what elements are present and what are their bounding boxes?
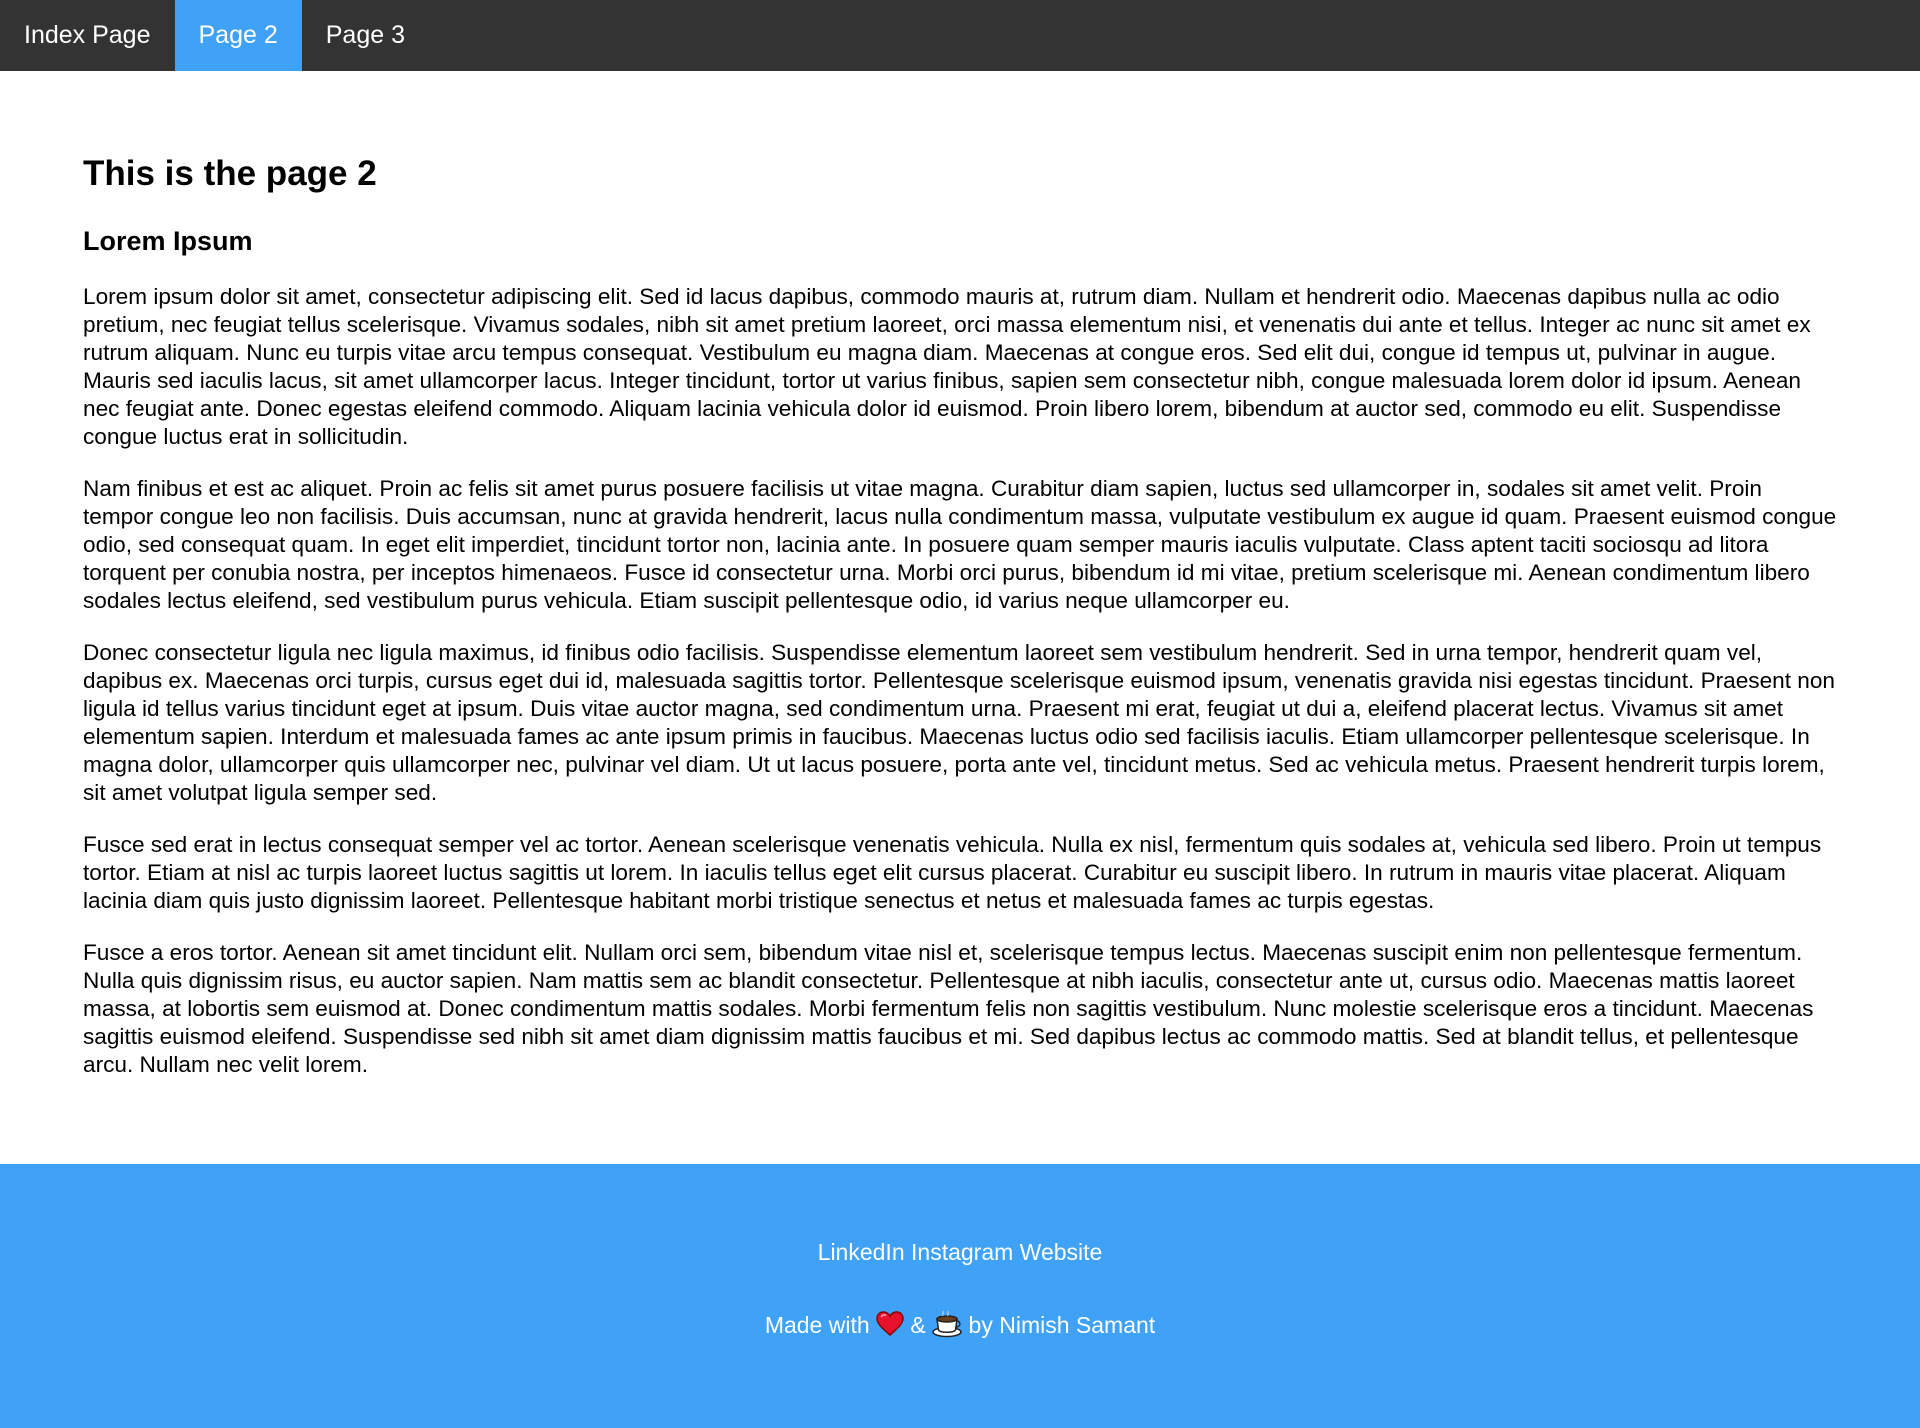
instagram-link[interactable]: Instagram xyxy=(911,1239,1013,1265)
page-title: This is the page 2 xyxy=(83,154,377,193)
top-navigation: Index Page Page 2 Page 3 xyxy=(0,0,1920,71)
coffee-icon xyxy=(932,1310,962,1338)
section-heading: Lorem Ipsum xyxy=(83,226,253,256)
website-link[interactable]: Website xyxy=(1020,1239,1103,1265)
linkedin-link[interactable]: LinkedIn xyxy=(818,1239,905,1265)
made-with-line: Made with & by Nimish Samant xyxy=(0,1310,1920,1339)
nav-item-index-page[interactable]: Index Page xyxy=(0,0,175,71)
paragraph-5: Fusce a eros tortor. Aenean sit amet tin… xyxy=(83,940,1814,1078)
heart-icon xyxy=(876,1311,904,1336)
made-with-text: Made with xyxy=(764,1312,870,1338)
footer-links: LinkedIn Instagram Website xyxy=(0,1238,1920,1266)
main-content: This is the page 2 Lorem Ipsum Lorem ips… xyxy=(0,71,1920,1164)
nav-item-page-3[interactable]: Page 3 xyxy=(302,0,429,71)
author-text: by Nimish Samant xyxy=(968,1312,1156,1338)
paragraph-4: Fusce sed erat in lectus consequat sempe… xyxy=(83,832,1822,914)
footer: LinkedIn Instagram Website Made with & b… xyxy=(0,1164,1920,1428)
paragraph-3: Donec consectetur ligula nec ligula maxi… xyxy=(83,640,1835,806)
paragraph-2: Nam finibus et est ac aliquet. Proin ac … xyxy=(83,476,1837,614)
nav-item-page-2[interactable]: Page 2 xyxy=(174,0,302,71)
ampersand-text: & xyxy=(910,1312,926,1338)
paragraph-1: Lorem ipsum dolor sit amet, consectetur … xyxy=(83,284,1811,450)
